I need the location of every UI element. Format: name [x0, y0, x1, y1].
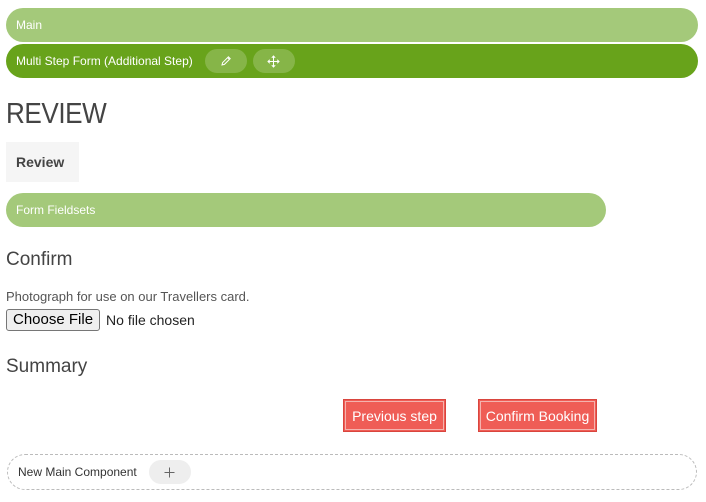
main-bar-label: Main	[16, 18, 43, 32]
file-status-text: No file chosen	[106, 312, 195, 328]
move-button[interactable]	[252, 49, 295, 73]
file-upload-field: Choose File No file chosen	[6, 309, 195, 331]
tab-review[interactable]: Review	[6, 142, 79, 182]
add-component-button[interactable]	[148, 460, 191, 484]
page-title: REVIEW	[6, 98, 107, 130]
plus-icon	[164, 467, 175, 477]
confirm-booking-button[interactable]: Confirm Booking	[478, 399, 597, 432]
edit-button[interactable]	[204, 49, 247, 73]
tab-review-label: Review	[16, 154, 65, 170]
move-icon	[267, 54, 280, 68]
pencil-icon	[221, 56, 231, 66]
main-bar[interactable]: Main	[6, 8, 698, 42]
photo-field-label: Photograph for use on our Travellers car…	[6, 289, 250, 304]
new-main-component-label: New Main Component	[18, 465, 137, 479]
summary-heading: Summary	[6, 356, 88, 377]
form-fieldsets-bar[interactable]: Form Fieldsets	[6, 193, 606, 227]
form-fieldsets-label: Form Fieldsets	[16, 203, 96, 217]
multistep-form-bar[interactable]: Multi Step Form (Additional Step)	[6, 44, 698, 78]
confirm-heading: Confirm	[6, 249, 73, 270]
multistep-form-label: Multi Step Form (Additional Step)	[16, 54, 193, 68]
previous-step-button[interactable]: Previous step	[343, 399, 446, 432]
choose-file-button[interactable]: Choose File	[6, 309, 101, 331]
new-main-component-bar: New Main Component	[7, 454, 697, 490]
